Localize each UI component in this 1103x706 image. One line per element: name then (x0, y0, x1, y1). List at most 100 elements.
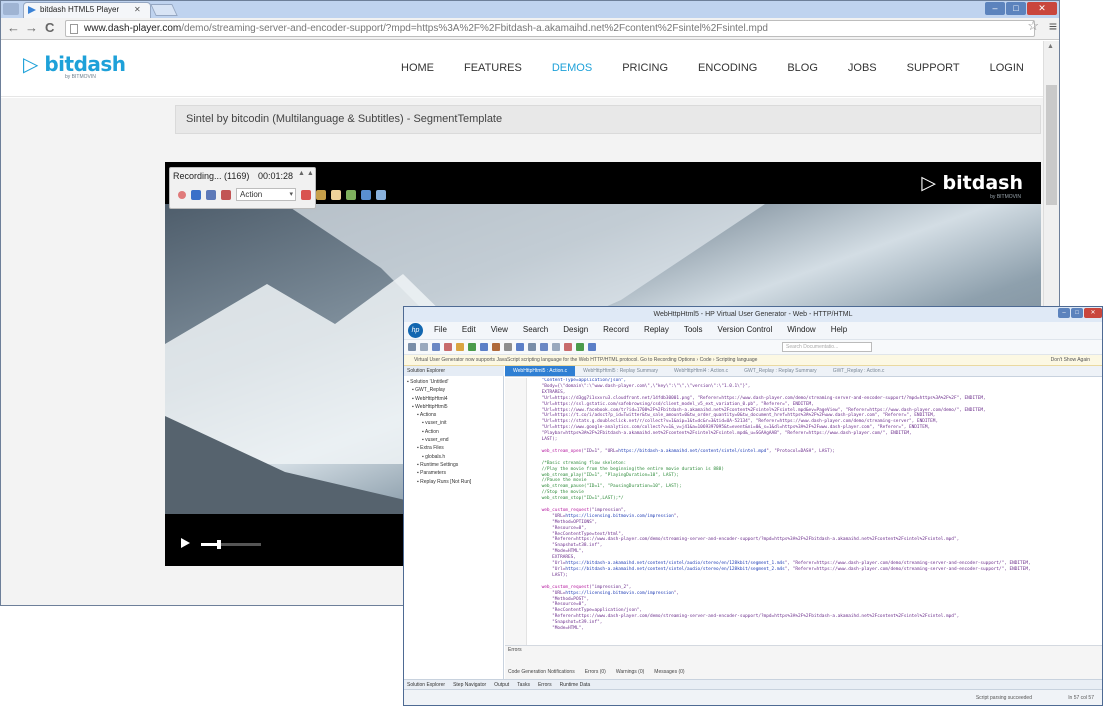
nav-jobs[interactable]: JOBS (848, 62, 877, 74)
tree-item[interactable]: ▪ Action (407, 428, 471, 436)
toolbar-button-icon[interactable] (504, 343, 512, 351)
comment-icon[interactable] (331, 189, 341, 200)
nav-demos[interactable]: DEMOS (552, 62, 592, 74)
toolbar-button-icon[interactable] (456, 343, 464, 351)
toolbar-button-icon[interactable] (576, 343, 584, 351)
bottom-panel-tab[interactable]: Solution Explorer (407, 680, 445, 689)
toolbar-button-icon[interactable] (540, 343, 548, 351)
back-icon[interactable]: ← (7, 21, 20, 35)
toolbar-button-icon[interactable] (468, 343, 476, 351)
tree-item[interactable]: ▪ vuser_end (407, 436, 471, 444)
record-icon[interactable] (178, 190, 186, 199)
toolbar-button-icon[interactable] (492, 343, 500, 351)
nav-login[interactable]: LOGIN (990, 62, 1024, 74)
toolbar-button-icon[interactable] (528, 343, 536, 351)
toolbar-button-icon[interactable] (444, 343, 452, 351)
pause-icon[interactable] (206, 189, 216, 200)
seek-handle[interactable] (217, 540, 221, 549)
tab-close-icon[interactable]: ✕ (134, 3, 141, 17)
toolbar-button-icon[interactable] (480, 343, 488, 351)
maximize-button[interactable]: □ (1006, 2, 1026, 15)
tree-item[interactable]: ▪ Replay Runs [Not Run] (407, 478, 471, 486)
settings-icon[interactable] (376, 189, 386, 200)
nav-pricing[interactable]: PRICING (622, 62, 668, 74)
close-window-button[interactable]: ✕ (1027, 2, 1057, 15)
errors-tab[interactable]: Errors (0) (585, 669, 606, 675)
play-icon[interactable] (181, 538, 190, 548)
tree-item[interactable]: ▪ Parameters (407, 469, 471, 477)
menu-edit[interactable]: Edit (462, 325, 476, 334)
errors-tab[interactable]: Warnings (0) (616, 669, 644, 675)
tree-item[interactable]: ▪ GWT_Replay (407, 386, 471, 394)
menu-icon[interactable]: ≡ (1049, 18, 1057, 34)
new-tab-button[interactable] (150, 4, 178, 16)
collapse-icon[interactable]: ▲ ▲ (298, 170, 314, 177)
vugen-close-button[interactable]: ✕ (1084, 308, 1102, 318)
tree-item[interactable]: ▪ WebHttpHtml5 (407, 403, 471, 411)
rendezvous-icon[interactable] (316, 189, 326, 200)
toolbar-button-icon[interactable] (564, 343, 572, 351)
toolbar-button-icon[interactable] (552, 343, 560, 351)
window-menu-icon[interactable] (3, 3, 19, 15)
forward-icon[interactable]: → (25, 21, 38, 35)
document-tab[interactable]: GWT_Replay : Action.c (825, 366, 893, 376)
tree-item[interactable]: ▪ Actions (407, 411, 471, 419)
vugen-minimize-button[interactable]: – (1058, 308, 1070, 318)
cancel-recording-icon[interactable] (221, 189, 231, 200)
reload-icon[interactable]: C (45, 21, 54, 35)
nav-support[interactable]: SUPPORT (907, 62, 960, 74)
bottom-panel-tab[interactable]: Output (494, 680, 509, 689)
bitdash-logo[interactable]: ▷ bitdash (23, 52, 126, 76)
toolbar-button-icon[interactable] (516, 343, 524, 351)
bottom-panel-tab[interactable]: Tasks (517, 680, 530, 689)
document-tab[interactable]: GWT_Replay : Replay Summary (736, 366, 825, 376)
errors-tab[interactable]: Messages (0) (654, 669, 684, 675)
seek-bar[interactable] (201, 540, 261, 549)
document-tab[interactable]: WebHttpHtml5 : Replay Summary (575, 366, 666, 376)
menu-design[interactable]: Design (563, 325, 588, 334)
vugen-maximize-button[interactable]: □ (1071, 308, 1083, 318)
bottom-panel-tab[interactable]: Runtime Data (560, 680, 591, 689)
tree-item[interactable]: ▪ globals.h (407, 453, 471, 461)
nav-blog[interactable]: BLOG (787, 62, 818, 74)
toolbar-button-icon[interactable] (408, 343, 416, 351)
tree-item[interactable]: ▪ WebHttpHtml4 (407, 395, 471, 403)
dont-show-again-link[interactable]: Don't Show Again (1051, 355, 1090, 365)
menu-tools[interactable]: Tools (684, 325, 703, 334)
menu-search[interactable]: Search (523, 325, 548, 334)
tree-item[interactable]: ▪ Extra Files (407, 444, 471, 452)
action-select[interactable]: Action (236, 188, 296, 201)
nav-home[interactable]: HOME (401, 62, 434, 74)
menu-file[interactable]: File (434, 325, 447, 334)
scrollbar-thumb[interactable] (1046, 85, 1057, 205)
document-tab[interactable]: WebHttpHtml4 : Action.c (666, 366, 736, 376)
text-check-icon[interactable] (346, 189, 356, 200)
toolbar-button-icon[interactable] (588, 343, 596, 351)
address-bar[interactable]: www.dash-player.com/demo/streaming-serve… (65, 20, 1035, 37)
toolbar-button-icon[interactable] (432, 343, 440, 351)
menu-view[interactable]: View (491, 325, 508, 334)
nav-encoding[interactable]: ENCODING (698, 62, 757, 74)
stop-icon[interactable] (191, 189, 201, 200)
nav-features[interactable]: FEATURES (464, 62, 522, 74)
menu-record[interactable]: Record (603, 325, 629, 334)
menu-replay[interactable]: Replay (644, 325, 669, 334)
errors-tab[interactable]: Code Generation Notifications (508, 669, 575, 675)
tree-item[interactable]: ▪ vuser_init (407, 419, 471, 427)
menu-window[interactable]: Window (787, 325, 815, 334)
menu-help[interactable]: Help (831, 325, 847, 334)
menu-version-control[interactable]: Version Control (718, 325, 773, 334)
bottom-panel-tab[interactable]: Errors (538, 680, 552, 689)
document-tab[interactable]: WebHttpHtml5 : Action.c (505, 366, 576, 376)
scroll-up-icon[interactable]: ▲ (1047, 43, 1054, 50)
tree-item[interactable]: ▪ Runtime Settings (407, 461, 471, 469)
browser-tab[interactable]: bitdash HTML5 Player ✕ (23, 2, 151, 18)
image-check-icon[interactable] (361, 189, 371, 200)
bottom-panel-tab[interactable]: Step Navigator (453, 680, 486, 689)
minimize-button[interactable]: – (985, 2, 1005, 15)
tree-item[interactable]: ▪ Solution 'Untitled' (407, 378, 471, 386)
documentation-search-input[interactable]: Search Documentatio... (782, 342, 872, 352)
code-editor[interactable]: "Content-Type=application/json", "Body={… (505, 378, 1102, 645)
bookmark-star-icon[interactable]: ☆ (1027, 18, 1039, 34)
toolbar-button-icon[interactable] (420, 343, 428, 351)
